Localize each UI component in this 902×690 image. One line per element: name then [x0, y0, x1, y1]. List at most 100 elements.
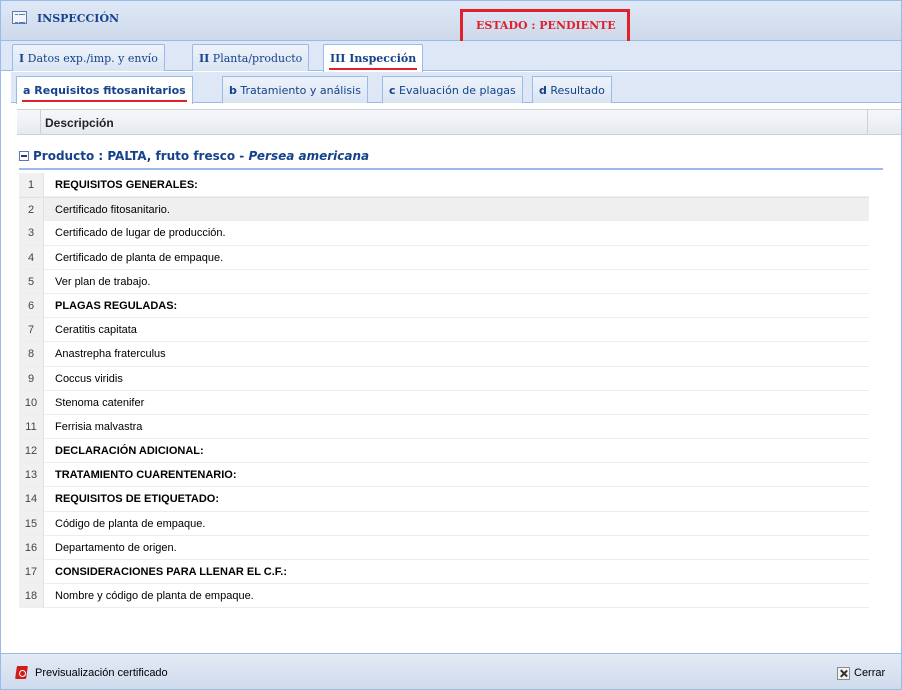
group-label: Producto : PALTA, fruto fresco - Persea …: [33, 149, 369, 163]
table-row[interactable]: 18 Nombre y código de planta de empaque.: [19, 584, 869, 609]
tab-evaluacion-plagas[interactable]: c Evaluación de plagas: [382, 76, 523, 103]
grid-header: Descripción: [17, 109, 901, 135]
table-row[interactable]: 1 REQUISITOS GENERALES:: [19, 173, 869, 198]
row-description: PLAGAS REGULADAS:: [55, 299, 178, 312]
row-number: 11: [19, 414, 44, 439]
close-icon: [837, 666, 850, 680]
tab-tratamiento-analisis[interactable]: b Tratamiento y análisis: [222, 76, 368, 103]
row-description: Ceratitis capitata: [55, 324, 137, 337]
close-label: Cerrar: [854, 667, 886, 679]
row-number: 8: [19, 342, 44, 366]
preview-certificate-label: Previsualización certificado: [35, 667, 168, 679]
row-description: DECLARACIÓN ADICIONAL:: [55, 445, 204, 458]
grid-window-icon: [12, 11, 27, 24]
row-description: Stenoma catenifer: [55, 396, 145, 409]
grid-rows: 1 REQUISITOS GENERALES: 2 Certificado fito…: [19, 173, 869, 609]
row-number: 7: [19, 318, 44, 342]
row-description: Certificado de planta de empaque.: [55, 251, 224, 264]
tab-label: Requisitos fitosanitarios: [34, 84, 186, 97]
row-number: 1: [19, 173, 44, 197]
row-number: 4: [19, 245, 44, 269]
status-text: ESTADO : PENDIENTE: [476, 19, 616, 32]
tab-label: Resultado: [550, 84, 605, 97]
table-row[interactable]: 11 Ferrisia malvastra: [19, 414, 869, 440]
row-description: Coccus viridis: [55, 372, 123, 385]
row-number: 15: [19, 511, 44, 535]
column-header-descripcion[interactable]: Descripción: [45, 116, 114, 130]
row-description: REQUISITOS GENERALES:: [55, 179, 198, 191]
row-description: REQUISITOS DE ETIQUETADO:: [55, 493, 219, 506]
tab-label: Evaluación de plagas: [399, 84, 516, 97]
active-tab-underline: [22, 100, 187, 102]
row-description: Certificado de lugar de producción.: [55, 227, 226, 240]
row-number: 14: [19, 487, 44, 511]
column-divider: [867, 110, 868, 134]
group-scientific-name: Persea americana: [248, 149, 370, 163]
table-row[interactable]: 4 Certificado de planta de empaque.: [19, 245, 869, 270]
table-row[interactable]: 6 PLAGAS REGULADAS:: [19, 293, 869, 319]
row-number: 16: [19, 535, 44, 559]
sub-tab-strip: a Requisitos fitosanitarios b Tratamient…: [11, 72, 901, 104]
row-number: 9: [19, 366, 44, 390]
row-description: Departamento de origen.: [55, 541, 177, 554]
table-row[interactable]: 9 Coccus viridis: [19, 366, 869, 391]
row-description: Anastrepha fraterculus: [55, 348, 166, 361]
tab-prefix: II: [199, 52, 210, 65]
row-description: TRATAMIENTO CUARENTENARIO:: [55, 469, 237, 482]
table-row[interactable]: 2 Certificado fitosanitario.: [19, 197, 869, 222]
table-row[interactable]: 17 CONSIDERACIONES PARA LLENAR EL C.F.:: [19, 560, 869, 585]
tab-prefix: b: [229, 84, 237, 97]
row-number-column-header: [17, 110, 41, 134]
table-row[interactable]: 3 Certificado de lugar de producción.: [19, 221, 869, 246]
tab-planta-producto[interactable]: II Planta/producto: [192, 44, 310, 71]
tab-requisitos-fitosanitarios[interactable]: a Requisitos fitosanitarios: [16, 76, 193, 104]
table-row[interactable]: 13 TRATAMIENTO CUARENTENARIO:: [19, 463, 869, 488]
window-title: INSPECCIÓN: [37, 12, 120, 25]
tab-resultado[interactable]: d Resultado: [532, 76, 612, 103]
inspection-window: INSPECCIÓN ESTADO : PENDIENTE I Datos ex…: [0, 0, 902, 690]
table-row[interactable]: 10 Stenoma catenifer: [19, 390, 869, 415]
pdf-icon: [15, 665, 29, 681]
table-row[interactable]: 16 Departamento de origen.: [19, 535, 869, 560]
tab-inspeccion[interactable]: III Inspección: [323, 44, 424, 72]
tab-prefix: a: [23, 84, 31, 97]
main-tab-strip: I Datos exp./imp. y envío II Planta/prod…: [1, 41, 901, 72]
table-row[interactable]: 8 Anastrepha fraterculus: [19, 342, 869, 367]
row-number: 10: [19, 390, 44, 414]
row-number: 3: [19, 221, 44, 245]
row-number: 17: [19, 560, 44, 584]
row-description: CONSIDERACIONES PARA LLENAR EL C.F.:: [55, 566, 288, 578]
tab-label: Datos exp./imp. y envío: [27, 52, 158, 65]
table-row[interactable]: 15 Código de planta de empaque.: [19, 511, 869, 536]
tab-label: Planta/producto: [212, 52, 303, 65]
collapse-minus-icon[interactable]: [19, 151, 29, 161]
table-row[interactable]: 12 DECLARACIÓN ADICIONAL:: [19, 439, 869, 464]
table-row[interactable]: 14 REQUISITOS DE ETIQUETADO:: [19, 487, 869, 512]
table-row[interactable]: 7 Ceratitis capitata: [19, 318, 869, 343]
window-title-bar: INSPECCIÓN ESTADO : PENDIENTE: [1, 1, 901, 44]
row-number: 6: [19, 293, 44, 318]
tab-prefix: c: [389, 84, 396, 97]
group-product-text: Producto : PALTA, fruto fresco -: [33, 149, 249, 163]
active-tab-underline: [329, 68, 418, 70]
group-header-producto[interactable]: Producto : PALTA, fruto fresco - Persea …: [19, 148, 883, 170]
tab-datos-exportacion[interactable]: I Datos exp./imp. y envío: [12, 44, 165, 71]
row-description: Código de planta de empaque.: [55, 517, 206, 530]
tab-label: Tratamiento y análisis: [240, 84, 361, 97]
row-description: Certificado fitosanitario.: [55, 204, 170, 217]
tab-prefix: III: [330, 52, 346, 65]
row-description: Ferrisia malvastra: [55, 420, 143, 433]
tab-label: Inspección: [349, 52, 417, 65]
bottom-toolbar: Previsualización certificado Cerrar: [1, 653, 901, 689]
row-number: 2: [19, 198, 44, 221]
close-button[interactable]: Cerrar: [837, 663, 885, 683]
row-description: Ver plan de trabajo.: [55, 275, 151, 288]
row-number: 13: [19, 463, 44, 487]
table-row[interactable]: 5 Ver plan de trabajo.: [19, 269, 869, 294]
row-number: 18: [19, 584, 44, 608]
row-number: 5: [19, 269, 44, 293]
tab-prefix: d: [539, 84, 547, 97]
row-number: 12: [19, 439, 44, 463]
tab-prefix: I: [19, 52, 25, 65]
preview-certificate-button[interactable]: Previsualización certificado: [11, 663, 172, 683]
